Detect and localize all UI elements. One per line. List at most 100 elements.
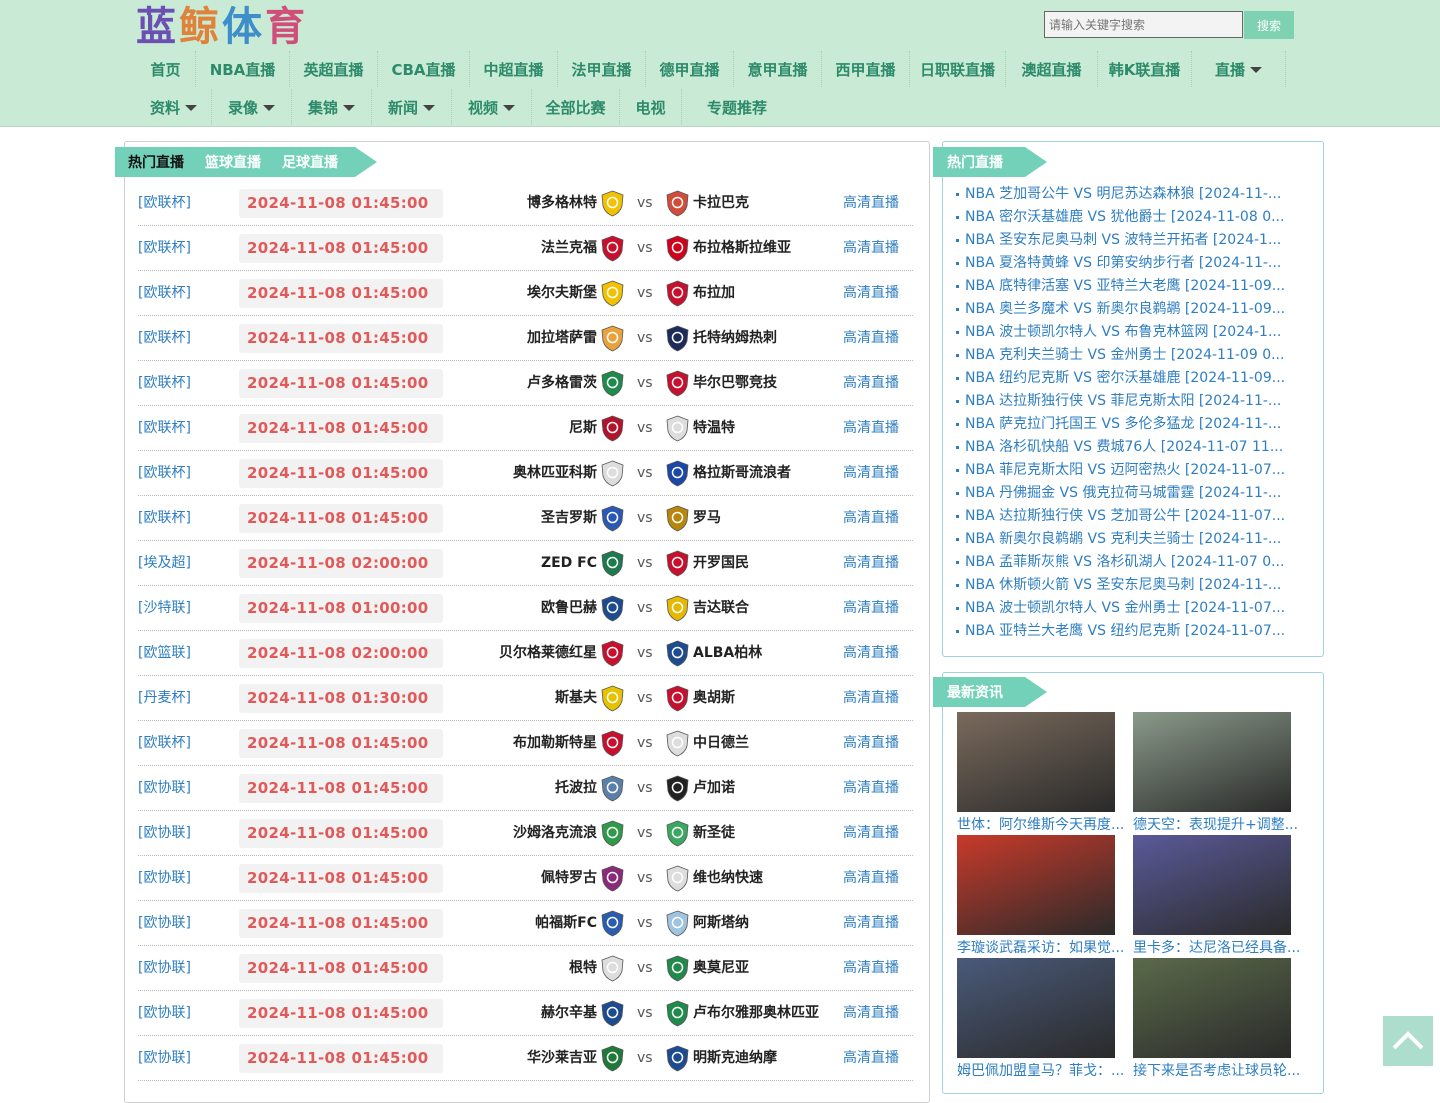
hd-live-link[interactable]: 高清直播: [843, 856, 899, 901]
away-team-name[interactable]: 阿斯塔纳: [693, 901, 749, 946]
home-team-name[interactable]: 埃尔夫斯堡: [527, 271, 597, 316]
hd-live-link[interactable]: 高清直播: [843, 946, 899, 991]
hot-live-item[interactable]: NBA 达拉斯独行侠 VS 芝加哥公牛 [2024-11-07...: [956, 505, 1306, 528]
hot-live-item[interactable]: NBA 孟菲斯灰熊 VS 洛杉矶湖人 [2024-11-07 0...: [956, 551, 1306, 574]
match-league[interactable]: [欧联杯]: [138, 451, 191, 496]
hot-live-item[interactable]: NBA 达拉斯独行侠 VS 菲尼克斯太阳 [2024-11-...: [956, 390, 1306, 413]
match-league[interactable]: [欧联杯]: [138, 406, 191, 451]
away-team-name[interactable]: 维也纳快速: [693, 856, 763, 901]
news-thumbnail[interactable]: [1133, 958, 1291, 1058]
nav-item[interactable]: 法甲直播: [558, 51, 646, 87]
match-league[interactable]: [欧联杯]: [138, 226, 191, 271]
match-league[interactable]: [欧联杯]: [138, 271, 191, 316]
match-league[interactable]: [欧联杯]: [138, 721, 191, 766]
home-team-name[interactable]: 根特: [569, 946, 597, 991]
hd-live-link[interactable]: 高清直播: [843, 451, 899, 496]
hd-live-link[interactable]: 高清直播: [843, 586, 899, 631]
away-team-name[interactable]: 格拉斯哥流浪者: [693, 451, 791, 496]
away-team-name[interactable]: 卢加诺: [693, 766, 735, 811]
news-thumbnail[interactable]: [1133, 712, 1291, 812]
hot-live-item[interactable]: NBA 休斯顿火箭 VS 圣安东尼奥马刺 [2024-11-...: [956, 574, 1306, 597]
hot-live-item[interactable]: NBA 圣安东尼奥马刺 VS 波特兰开拓者 [2024-1...: [956, 229, 1306, 252]
home-team-name[interactable]: 法兰克福: [541, 226, 597, 271]
home-team-name[interactable]: 沙姆洛克流浪: [513, 811, 597, 856]
nav-item[interactable]: 集锦: [292, 89, 372, 125]
news-item[interactable]: 姆巴佩加盟皇马？菲戈：...: [957, 958, 1125, 1082]
away-team-name[interactable]: 奥胡斯: [693, 676, 735, 721]
home-team-name[interactable]: 贝尔格莱德红星: [499, 631, 597, 676]
home-team-name[interactable]: 托波拉: [555, 766, 597, 811]
hd-live-link[interactable]: 高清直播: [843, 181, 899, 226]
hd-live-link[interactable]: 高清直播: [843, 541, 899, 586]
nav-item[interactable]: 电视: [620, 89, 682, 125]
match-league[interactable]: [欧协联]: [138, 856, 191, 901]
match-league[interactable]: [欧协联]: [138, 946, 191, 991]
hd-live-link[interactable]: 高清直播: [843, 721, 899, 766]
away-team-name[interactable]: 托特纳姆热刺: [693, 316, 777, 361]
hot-live-item[interactable]: NBA 密尔沃基雄鹿 VS 犹他爵士 [2024-11-08 0...: [956, 206, 1306, 229]
hd-live-link[interactable]: 高清直播: [843, 1036, 899, 1081]
nav-item[interactable]: 首页: [136, 51, 196, 87]
hd-live-link[interactable]: 高清直播: [843, 316, 899, 361]
search-input[interactable]: [1044, 11, 1243, 38]
home-team-name[interactable]: 赫尔辛基: [541, 991, 597, 1036]
home-team-name[interactable]: 奥林匹亚科斯: [513, 451, 597, 496]
news-caption[interactable]: 世体：阿尔维斯今天再度...: [957, 814, 1127, 836]
away-team-name[interactable]: 奥莫尼亚: [693, 946, 749, 991]
away-team-name[interactable]: ALBA柏林: [693, 631, 762, 676]
home-team-name[interactable]: 华沙莱吉亚: [527, 1036, 597, 1081]
home-team-name[interactable]: 加拉塔萨雷: [527, 316, 597, 361]
hd-live-link[interactable]: 高清直播: [843, 226, 899, 271]
news-caption[interactable]: 接下来是否考虑让球员轮...: [1133, 1060, 1303, 1082]
news-caption[interactable]: 德天空：表现提升+调整...: [1133, 814, 1303, 836]
away-team-name[interactable]: 卡拉巴克: [693, 181, 749, 226]
news-thumbnail[interactable]: [957, 835, 1115, 935]
home-team-name[interactable]: 布加勒斯特星: [513, 721, 597, 766]
news-item[interactable]: 李璇谈武磊采访：如果觉...: [957, 835, 1125, 959]
nav-item[interactable]: 视频: [452, 89, 532, 125]
nav-item[interactable]: CBA直播: [378, 51, 470, 87]
site-logo[interactable]: 蓝鲸体育: [136, 4, 308, 50]
match-league[interactable]: [丹麦杯]: [138, 676, 191, 721]
nav-item[interactable]: 全部比赛: [532, 89, 620, 125]
hot-live-item[interactable]: NBA 波士顿凯尔特人 VS 金州勇士 [2024-11-07...: [956, 597, 1306, 620]
home-team-name[interactable]: 帕福斯FC: [535, 901, 597, 946]
news-thumbnail[interactable]: [1133, 835, 1291, 935]
news-item[interactable]: 里卡多：达尼洛已经具备...: [1133, 835, 1301, 959]
news-caption[interactable]: 李璇谈武磊采访：如果觉...: [957, 937, 1127, 959]
home-team-name[interactable]: 尼斯: [569, 406, 597, 451]
home-team-name[interactable]: 博多格林特: [527, 181, 597, 226]
nav-item[interactable]: 专题推荐: [682, 89, 792, 125]
nav-item[interactable]: 日职联直播: [910, 51, 1006, 87]
hot-live-item[interactable]: NBA 萨克拉门托国王 VS 多伦多猛龙 [2024-11-...: [956, 413, 1306, 436]
away-team-name[interactable]: 罗马: [693, 496, 721, 541]
away-team-name[interactable]: 布拉格斯拉维亚: [693, 226, 791, 271]
hd-live-link[interactable]: 高清直播: [843, 901, 899, 946]
home-team-name[interactable]: 卢多格雷茨: [527, 361, 597, 406]
away-team-name[interactable]: 特温特: [693, 406, 735, 451]
hot-live-item[interactable]: NBA 夏洛特黄蜂 VS 印第安纳步行者 [2024-11-...: [956, 252, 1306, 275]
match-league[interactable]: [欧协联]: [138, 991, 191, 1036]
nav-item[interactable]: 西甲直播: [822, 51, 910, 87]
match-league[interactable]: [欧联杯]: [138, 316, 191, 361]
hd-live-link[interactable]: 高清直播: [843, 271, 899, 316]
news-caption[interactable]: 姆巴佩加盟皇马？菲戈：...: [957, 1060, 1127, 1082]
home-team-name[interactable]: 佩特罗古: [541, 856, 597, 901]
home-team-name[interactable]: ZED FC: [541, 541, 597, 586]
match-league[interactable]: [沙特联]: [138, 586, 191, 631]
nav-item[interactable]: 新闻: [372, 89, 452, 125]
away-team-name[interactable]: 新圣徒: [693, 811, 735, 856]
match-league[interactable]: [欧协联]: [138, 766, 191, 811]
tab-basketball-live[interactable]: 篮球直播: [205, 152, 261, 172]
search-button[interactable]: 搜索: [1244, 11, 1294, 39]
hd-live-link[interactable]: 高清直播: [843, 406, 899, 451]
hot-live-item[interactable]: NBA 克利夫兰骑士 VS 金州勇士 [2024-11-09 0...: [956, 344, 1306, 367]
nav-item[interactable]: 意甲直播: [734, 51, 822, 87]
hd-live-link[interactable]: 高清直播: [843, 631, 899, 676]
match-league[interactable]: [欧篮联]: [138, 631, 191, 676]
hd-live-link[interactable]: 高清直播: [843, 676, 899, 721]
hot-live-item[interactable]: NBA 新奥尔良鹈鹕 VS 克利夫兰骑士 [2024-11-...: [956, 528, 1306, 551]
back-to-top-button[interactable]: [1383, 1016, 1433, 1066]
nav-item[interactable]: 资料: [136, 89, 212, 125]
hot-live-item[interactable]: NBA 丹佛掘金 VS 俄克拉荷马城雷霆 [2024-11-...: [956, 482, 1306, 505]
